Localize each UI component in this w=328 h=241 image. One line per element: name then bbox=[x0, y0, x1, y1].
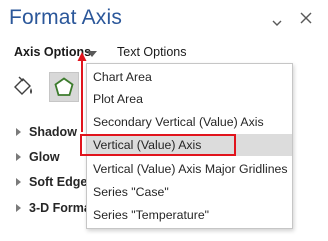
paint-bucket-icon[interactable] bbox=[12, 76, 36, 98]
expand-arrow-icon bbox=[16, 204, 21, 212]
menu-item-secondary-vertical-axis[interactable]: Secondary Vertical (Value) Axis bbox=[87, 111, 292, 133]
expand-arrow-icon bbox=[16, 178, 21, 186]
menu-item-vertical-axis-label[interactable]: Vertical (Value) Axis bbox=[80, 134, 236, 156]
pane-title: Format Axis bbox=[9, 6, 123, 29]
axis-options-category[interactable] bbox=[49, 72, 79, 102]
menu-item-series-temperature[interactable]: Series "Temperature" bbox=[87, 204, 292, 226]
close-icon[interactable] bbox=[300, 11, 312, 24]
expand-arrow-icon bbox=[16, 153, 21, 161]
caret-down-icon[interactable] bbox=[87, 51, 97, 57]
menu-item-vertical-axis-gridlines[interactable]: Vertical (Value) Axis Major Gridlines bbox=[87, 158, 292, 180]
axis-options-dropdown: Chart Area Plot Area Secondary Vertical … bbox=[80, 63, 293, 229]
chevron-down-icon[interactable] bbox=[272, 14, 282, 26]
pentagon-icon bbox=[54, 77, 74, 96]
menu-item-chart-area[interactable]: Chart Area bbox=[87, 66, 292, 88]
format-axis-pane: Format Axis Axis Options Text Options Sh… bbox=[0, 0, 328, 241]
tab-text-options[interactable]: Text Options bbox=[117, 45, 186, 59]
red-arrow-annotation bbox=[77, 52, 87, 132]
options-tabs: Axis Options Text Options bbox=[0, 45, 328, 63]
menu-item-plot-area[interactable]: Plot Area bbox=[87, 88, 292, 110]
expand-arrow-icon bbox=[16, 128, 21, 136]
menu-item-series-case[interactable]: Series "Case" bbox=[87, 181, 292, 203]
